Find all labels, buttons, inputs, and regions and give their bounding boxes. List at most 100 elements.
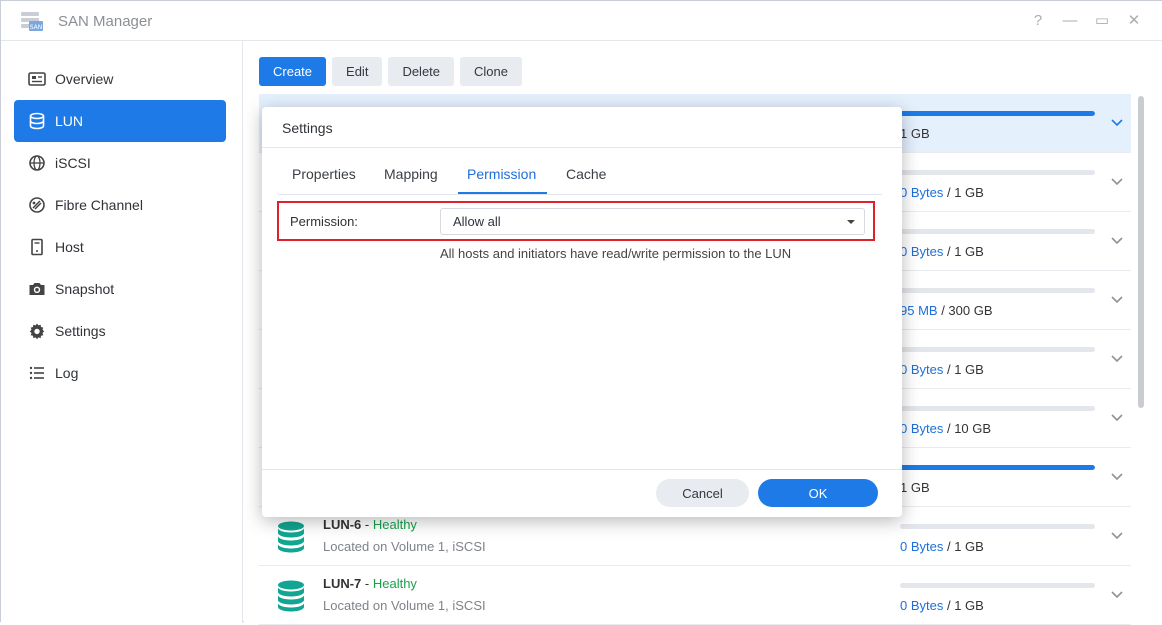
sidebar-item-label: Fibre Channel [55, 197, 143, 213]
usage-used: 0 Bytes [900, 539, 944, 554]
chevron-down-icon[interactable] [1109, 173, 1125, 189]
sidebar-item-iscsi[interactable]: iSCSI [14, 142, 226, 184]
gear-icon [27, 321, 47, 341]
database-icon [27, 111, 47, 131]
lun-name: LUN-6 - Healthy [323, 517, 417, 532]
close-button[interactable]: ✕ [1124, 11, 1144, 31]
usage-used: 0 Bytes [900, 421, 944, 436]
usage-total: / 1 GB [943, 539, 984, 554]
cancel-button[interactable]: Cancel [656, 479, 749, 507]
lun-location: Located on Volume 1, iSCSI [323, 598, 486, 613]
lun-status: Healthy [372, 517, 417, 532]
usage-bar [900, 111, 1095, 116]
usage-total: / 10 GB [943, 421, 992, 436]
permission-select[interactable]: Allow all [440, 208, 865, 235]
camera-icon [27, 279, 47, 299]
permission-help-text: All hosts and initiators have read/write… [440, 246, 792, 261]
clone-button[interactable]: Clone [460, 57, 522, 86]
sidebar-item-snapshot[interactable]: Snapshot [14, 268, 226, 310]
ok-button[interactable]: OK [758, 479, 878, 507]
usage-used: 0 Bytes [900, 244, 944, 259]
tab-properties[interactable]: Properties [292, 166, 356, 182]
delete-button[interactable]: Delete [388, 57, 455, 86]
minimize-button[interactable]: — [1060, 11, 1080, 31]
window-title: SAN Manager [58, 13, 153, 30]
maximize-button[interactable]: ▭ [1092, 11, 1112, 31]
lun-row[interactable]: LUN-7 - Healthy Located on Volume 1, iSCS… [259, 566, 1131, 625]
chevron-down-icon[interactable] [1109, 468, 1125, 484]
usage-bar [900, 288, 1095, 293]
sidebar-item-fibre-channel[interactable]: Fibre Channel [14, 184, 226, 226]
chevron-down-icon[interactable] [1109, 409, 1125, 425]
caret-down-icon [847, 220, 855, 224]
lun-name-separator: - [361, 517, 373, 532]
fibre-channel-icon [27, 195, 47, 215]
sidebar-item-label: Settings [55, 323, 106, 339]
sidebar-item-log[interactable]: Log [14, 352, 226, 394]
active-tab-indicator [458, 192, 547, 194]
usage-total: / 1 GB [943, 598, 984, 613]
usage-total: / 1 GB [943, 185, 984, 200]
usage-total: 1 GB [900, 126, 930, 141]
lun-name-separator: - [361, 576, 373, 591]
chevron-down-icon[interactable] [1109, 114, 1125, 130]
sidebar: Overview LUN iSCSI Fibre Channel Host Sn… [1, 41, 243, 623]
list-icon [27, 363, 47, 383]
chevron-down-icon[interactable] [1109, 586, 1125, 602]
dialog-tabs: Properties Mapping Permission Cache [278, 155, 882, 195]
dialog-title: Settings [282, 120, 333, 136]
usage-text: 1 GB [900, 126, 930, 141]
sidebar-item-settings[interactable]: Settings [14, 310, 226, 352]
lun-database-icon [278, 521, 304, 553]
usage-total: / 1 GB [943, 362, 984, 377]
sidebar-item-label: Snapshot [55, 281, 115, 297]
sidebar-item-label: Overview [55, 71, 114, 87]
edit-button[interactable]: Edit [332, 57, 383, 86]
usage-bar [900, 229, 1095, 234]
tab-mapping[interactable]: Mapping [384, 166, 438, 182]
lun-database-icon [278, 580, 304, 612]
chevron-down-icon[interactable] [1109, 527, 1125, 543]
permission-label: Permission: [290, 214, 358, 229]
permission-select-value: Allow all [453, 214, 501, 229]
chevron-down-icon[interactable] [1109, 291, 1125, 307]
usage-total: / 300 GB [937, 303, 993, 318]
lun-name-text: LUN-7 [323, 576, 362, 591]
chevron-down-icon[interactable] [1109, 232, 1125, 248]
svg-text:SAN: SAN [30, 24, 43, 31]
usage-bar [900, 465, 1095, 470]
usage-text: 0 Bytes / 1 GB [900, 185, 984, 200]
lun-name: LUN-7 - Healthy [323, 576, 417, 591]
usage-text: 0 Bytes / 1 GB [900, 244, 984, 259]
overview-icon [27, 69, 47, 89]
sidebar-item-lun[interactable]: LUN [14, 100, 226, 142]
dialog-divider [262, 147, 902, 148]
lun-location: Located on Volume 1, iSCSI [323, 539, 486, 554]
list-scrollbar[interactable] [1138, 96, 1144, 408]
san-manager-app-icon: SAN [21, 12, 43, 31]
sidebar-item-label: iSCSI [55, 155, 91, 171]
usage-used: 0 Bytes [900, 185, 944, 200]
usage-text: 1 GB [900, 480, 930, 495]
dialog-footer-divider [262, 469, 902, 470]
sidebar-item-label: LUN [55, 113, 84, 129]
settings-dialog: Settings Properties Mapping Permission C… [262, 107, 902, 517]
globe-icon [27, 153, 47, 173]
create-button[interactable]: Create [259, 57, 327, 86]
sidebar-item-overview[interactable]: Overview [14, 58, 226, 100]
usage-bar-fill [900, 465, 1095, 470]
usage-text: 0 Bytes / 1 GB [900, 362, 984, 377]
sidebar-item-label: Log [55, 365, 79, 381]
usage-bar [900, 524, 1095, 529]
usage-bar [900, 583, 1095, 588]
usage-text: 95 MB / 300 GB [900, 303, 993, 318]
usage-total: / 1 GB [943, 244, 984, 259]
title-bar: SAN SAN Manager ? — ▭ ✕ [1, 1, 1162, 41]
tab-cache[interactable]: Cache [566, 166, 606, 182]
usage-used: 95 MB [900, 303, 938, 318]
tab-permission[interactable]: Permission [467, 166, 536, 182]
usage-bar [900, 406, 1095, 411]
chevron-down-icon[interactable] [1109, 350, 1125, 366]
help-button[interactable]: ? [1028, 11, 1048, 31]
sidebar-item-host[interactable]: Host [14, 226, 226, 268]
